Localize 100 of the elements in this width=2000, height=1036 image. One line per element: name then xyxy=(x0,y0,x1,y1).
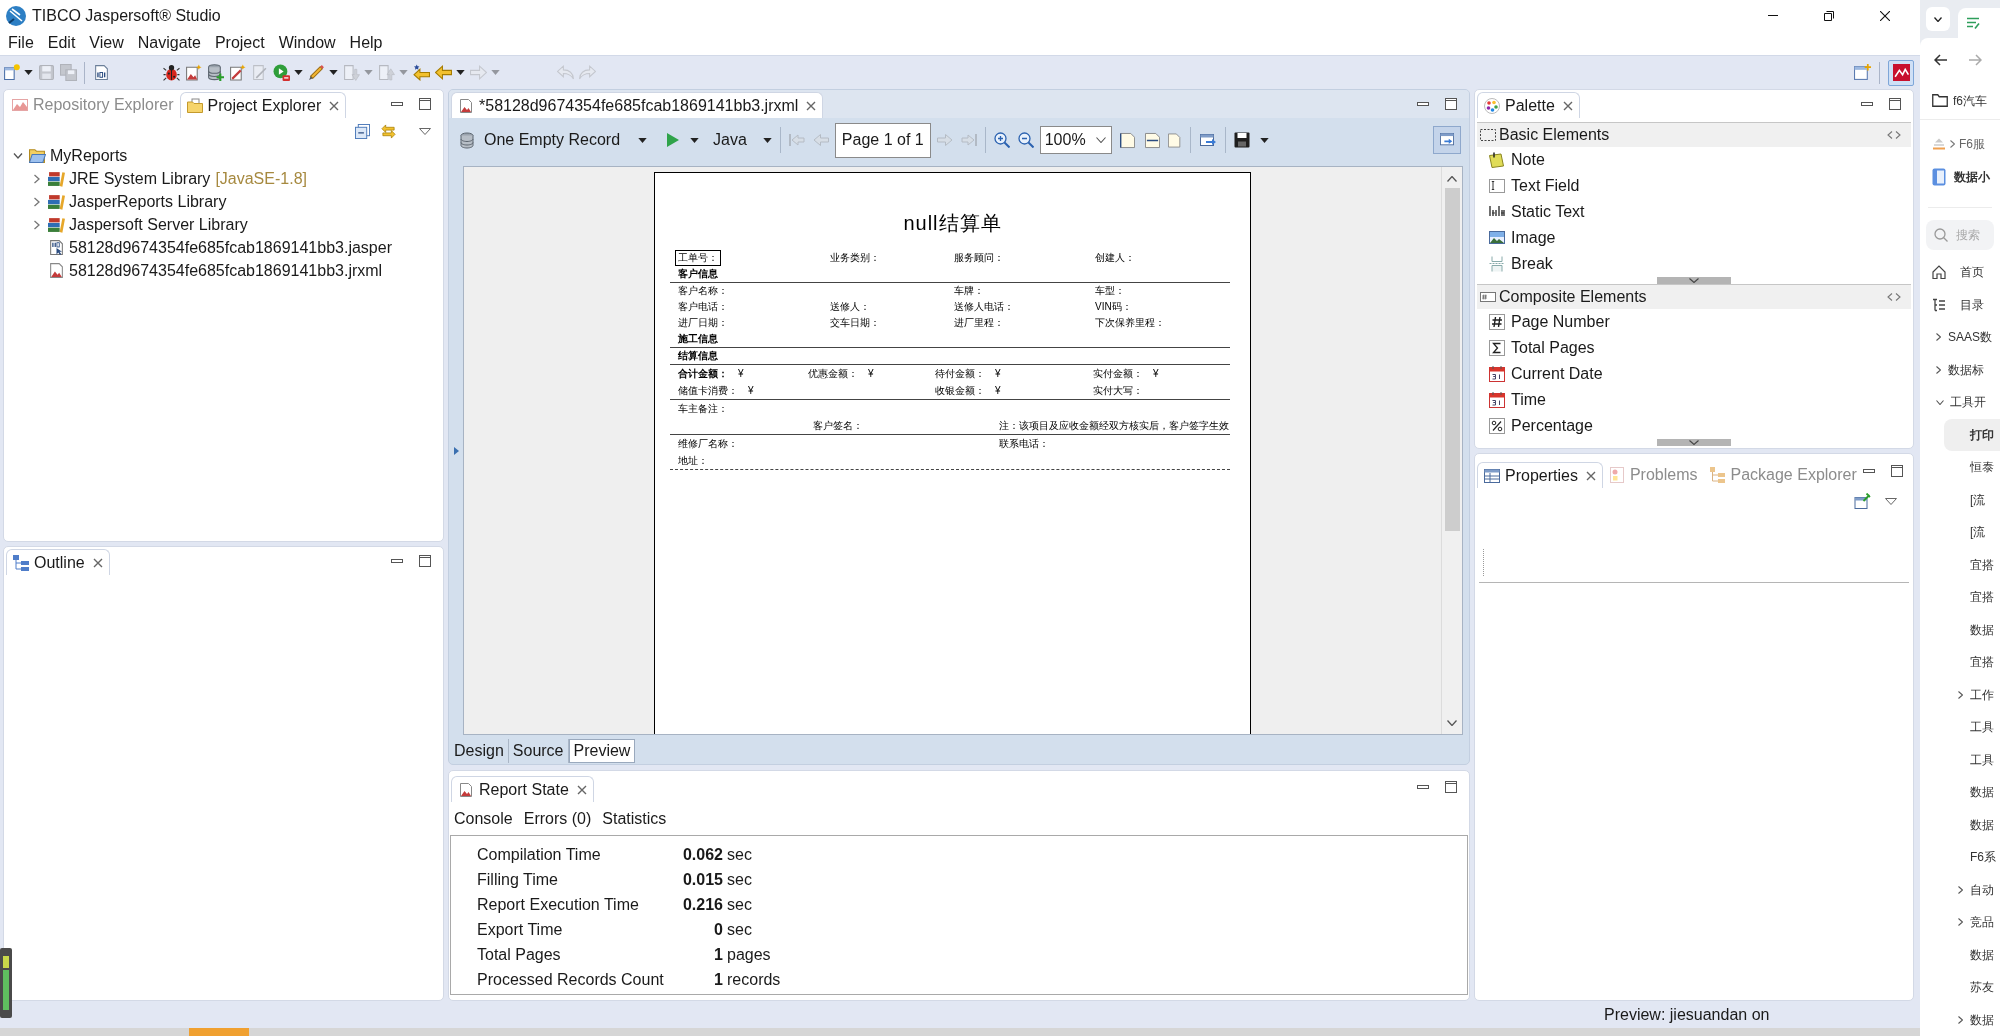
panel-tab[interactable]: *58128d9674354fe685fcab1869141bb3.jrxml xyxy=(451,92,824,118)
dropdown-caret-icon[interactable] xyxy=(1259,137,1269,143)
palette-item[interactable]: Time xyxy=(1489,388,1546,412)
sidebar-tree-item[interactable]: 宜搭 xyxy=(1970,653,1994,672)
star-left-arrow-icon[interactable] xyxy=(413,64,430,81)
tree-item[interactable]: Jaspersoft Server Library xyxy=(69,212,248,237)
save-icon[interactable] xyxy=(1233,132,1250,148)
sidebar-tree-item[interactable]: 数据 xyxy=(1970,945,1994,964)
new-file-icon[interactable] xyxy=(3,64,20,81)
editor-mode-tab[interactable]: Preview xyxy=(568,739,636,763)
tree-item[interactable]: JRE System Library xyxy=(69,166,211,191)
actual-size-icon[interactable] xyxy=(1167,131,1182,149)
tab-list-button[interactable] xyxy=(1926,7,1950,31)
picture-file-icon[interactable] xyxy=(185,64,202,81)
sidebar-tree-item[interactable]: 恒泰 xyxy=(1970,458,1994,477)
bug-icon[interactable] xyxy=(163,64,180,81)
link-arrows-icon[interactable] xyxy=(380,123,397,139)
view-tab[interactable]: Statistics xyxy=(602,806,667,831)
menu-item[interactable]: Project xyxy=(207,31,272,55)
database-icon[interactable] xyxy=(459,131,475,149)
zoom-in-icon[interactable] xyxy=(993,132,1010,148)
minimize-icon[interactable] xyxy=(1417,784,1429,789)
palette-item[interactable]: Note xyxy=(1489,148,1545,172)
sidebar-tree-item[interactable]: [流 xyxy=(1970,490,1986,509)
new-window-pin-icon[interactable] xyxy=(1854,493,1871,509)
palette-group-header[interactable]: Composite Elements xyxy=(1477,284,1911,309)
close-icon[interactable] xyxy=(329,100,340,111)
maximize-icon[interactable] xyxy=(1445,98,1457,110)
database-add-icon[interactable] xyxy=(207,64,224,81)
sidebar-tree-item[interactable]: 宜搭 xyxy=(1970,588,1994,607)
data-adapter-dropdown[interactable]: One Empty Record xyxy=(484,128,648,152)
sidebar-tree-item[interactable]: 自动 xyxy=(1958,880,1994,899)
breadcrumb-link[interactable]: F6服 xyxy=(1959,135,1985,153)
sidebar-tree-item[interactable]: 数据 xyxy=(1970,783,1994,802)
tree-item[interactable]: JasperReports Library xyxy=(69,189,227,214)
scroll-up-icon[interactable] xyxy=(1447,176,1457,182)
angle-brackets-icon[interactable] xyxy=(1887,293,1901,301)
chevron-right-icon[interactable] xyxy=(34,173,40,184)
scroll-handle[interactable] xyxy=(1657,277,1731,284)
dropdown-caret-icon[interactable] xyxy=(690,137,700,143)
palette-group-header[interactable]: Basic Elements xyxy=(1477,122,1911,147)
sidebar-tree-item[interactable]: 打印 xyxy=(1944,418,2000,451)
back-icon[interactable] xyxy=(1934,54,1948,66)
sidebar-tree-item[interactable]: 宜搭 xyxy=(1970,555,1994,574)
scrollbar[interactable] xyxy=(1441,167,1462,734)
dropdown-caret-icon[interactable] xyxy=(638,137,648,143)
panel-tab[interactable]: Palette xyxy=(1477,92,1580,118)
maximize-icon[interactable] xyxy=(419,98,431,110)
collapse-all-icon[interactable] xyxy=(355,123,370,139)
menu-item[interactable]: File xyxy=(1,31,41,55)
chevron-right-icon[interactable] xyxy=(1958,918,1963,927)
sidebar-tree-item[interactable]: 数据标 xyxy=(1936,360,1984,379)
maximize-icon[interactable] xyxy=(1445,780,1457,793)
maximize-icon[interactable] xyxy=(1890,465,1903,477)
palette-item[interactable]: Text Field xyxy=(1489,174,1580,198)
sidebar-tree-item[interactable]: 工具 xyxy=(1970,750,1994,769)
dropdown-caret-icon[interactable] xyxy=(456,70,465,75)
run-icon[interactable] xyxy=(273,64,290,81)
magic-wand-icon[interactable] xyxy=(229,64,246,81)
palette-item[interactable]: Total Pages xyxy=(1489,336,1595,360)
chevron-down-icon[interactable] xyxy=(1934,16,1942,22)
sidebar-tree-item[interactable]: 工作 xyxy=(1958,685,1994,704)
close-icon[interactable] xyxy=(92,557,103,568)
minimize-icon[interactable] xyxy=(391,559,403,563)
language-dropdown[interactable]: Java xyxy=(713,128,772,152)
view-tab[interactable]: Errors (0) xyxy=(523,806,592,831)
side-panel-toggle[interactable] xyxy=(1433,126,1461,154)
editor-mode-tab[interactable]: Source xyxy=(508,739,569,763)
dropdown-caret-icon[interactable] xyxy=(329,70,338,75)
expand-arrow-icon[interactable] xyxy=(453,446,459,455)
search-input[interactable]: 搜索 xyxy=(1956,224,1990,246)
minimize-icon[interactable] xyxy=(1417,102,1429,106)
page-field[interactable]: Page 1 of 1 xyxy=(834,122,931,158)
sidebar-tree-item[interactable]: 工具 xyxy=(1970,718,1994,737)
dropdown-caret-icon[interactable] xyxy=(762,137,772,143)
sidebar-tree-item[interactable]: F6系 xyxy=(1970,848,1996,867)
scrollbar-thumb[interactable] xyxy=(1444,188,1460,531)
close-icon[interactable] xyxy=(1562,100,1573,111)
close-icon[interactable] xyxy=(576,784,587,795)
palette-item[interactable]: Image xyxy=(1489,226,1556,250)
folder-icon[interactable] xyxy=(1932,94,1948,107)
view-menu-icon[interactable] xyxy=(419,127,431,135)
perspective-button[interactable] xyxy=(1888,59,1914,86)
menu-item[interactable]: View xyxy=(82,31,131,55)
panel-tab[interactable]: Outline xyxy=(6,549,110,575)
fit-page-icon[interactable] xyxy=(1119,131,1135,149)
folder-name[interactable]: f6汽车 xyxy=(1953,91,1987,110)
nav-item[interactable]: 目录 xyxy=(1932,295,1984,314)
view-tab[interactable]: Console xyxy=(454,806,513,831)
dropdown-caret-icon[interactable] xyxy=(24,70,33,75)
menu-item[interactable]: Help xyxy=(342,31,390,55)
minimize-icon[interactable] xyxy=(1861,102,1873,106)
sidebar-tree-item[interactable]: 竞品 xyxy=(1958,913,1994,932)
chevron-right-icon[interactable] xyxy=(34,219,40,230)
palette-item[interactable]: Static Text xyxy=(1489,200,1585,224)
browser-tab[interactable] xyxy=(1958,8,2000,38)
close-icon[interactable] xyxy=(806,100,817,111)
zoom-combo[interactable]: 100% xyxy=(1039,126,1112,154)
palette-item[interactable]: Page Number xyxy=(1489,310,1610,334)
palette-item[interactable]: Percentage xyxy=(1489,414,1593,438)
